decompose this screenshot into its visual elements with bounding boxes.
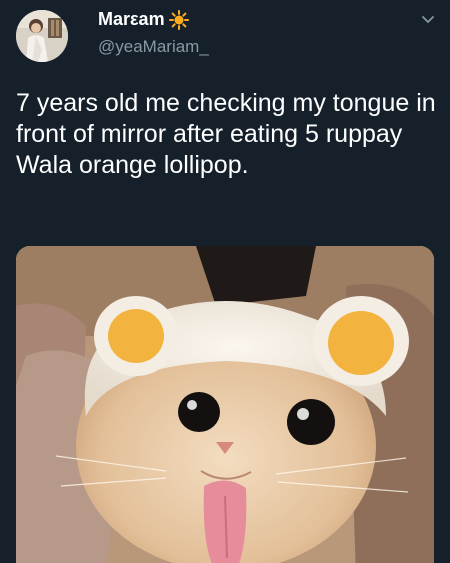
display-name-text: Marεam bbox=[98, 9, 165, 29]
cat-photo bbox=[16, 246, 434, 563]
tweet-media-image[interactable] bbox=[16, 246, 434, 563]
avatar[interactable] bbox=[16, 10, 68, 62]
display-name[interactable]: Marεam bbox=[98, 9, 189, 30]
avatar-image bbox=[16, 10, 68, 62]
sun-icon bbox=[168, 9, 189, 30]
tweet-text: 7 years old me checking my tongue in fro… bbox=[16, 89, 436, 179]
user-handle[interactable]: @yeaMariam_ bbox=[98, 37, 209, 57]
tweet-card: Marεam @yeaMariam_ 7 years old me checki… bbox=[0, 0, 450, 563]
chevron-down-icon[interactable] bbox=[420, 12, 436, 28]
